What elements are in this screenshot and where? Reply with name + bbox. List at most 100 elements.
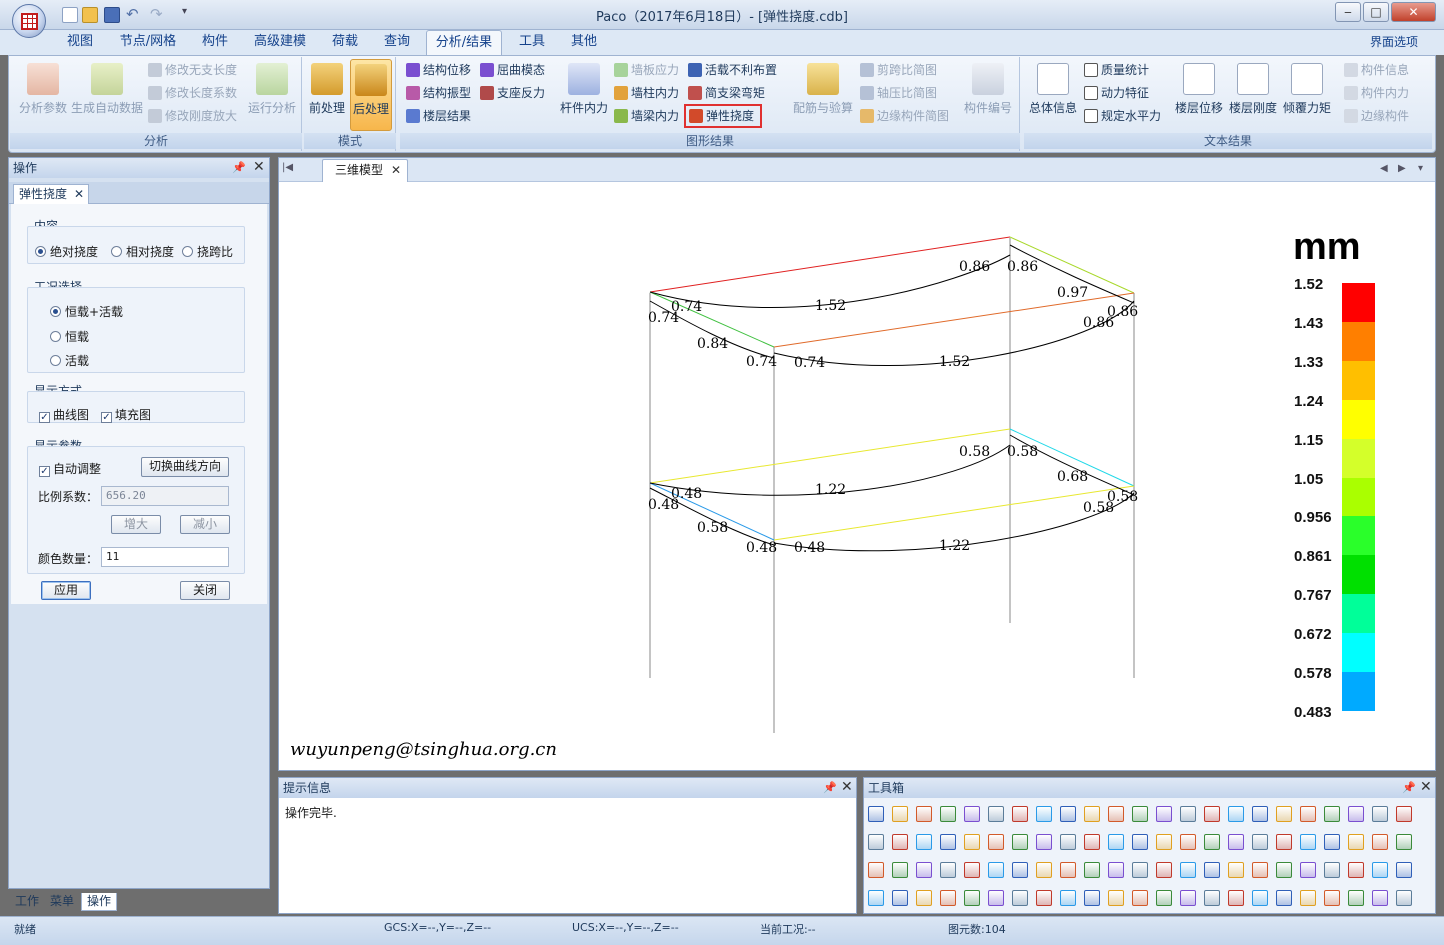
toolbox-tool-icon[interactable] bbox=[916, 834, 932, 850]
tab-analysis-result[interactable]: 分析/结果 bbox=[426, 30, 502, 55]
toolbox-tool-icon[interactable] bbox=[1204, 890, 1220, 906]
toolbox-tool-icon[interactable] bbox=[1372, 862, 1388, 878]
toolbox-tool-icon[interactable] bbox=[1228, 890, 1244, 906]
tab-next-icon[interactable]: ▶ bbox=[1398, 163, 1406, 174]
tab-member[interactable]: 构件 bbox=[194, 30, 236, 55]
toolbox-tool-icon[interactable] bbox=[1156, 806, 1172, 822]
toolbox-tool-icon[interactable] bbox=[988, 890, 1004, 906]
radio-absolute-deflection[interactable]: 绝对挠度 bbox=[35, 243, 98, 260]
toolbox-tool-icon[interactable] bbox=[1228, 834, 1244, 850]
wall-column-force-button[interactable]: 墙柱内力 bbox=[614, 83, 679, 103]
toolbox-tool-icon[interactable] bbox=[892, 834, 908, 850]
toolbox-tool-icon[interactable] bbox=[1180, 834, 1196, 850]
toolbox-tool-icon[interactable] bbox=[1132, 862, 1148, 878]
axial-ratio-button[interactable]: 轴压比简图 bbox=[860, 83, 937, 103]
toolbox-tool-icon[interactable] bbox=[1252, 806, 1268, 822]
toolbox-tool-icon[interactable] bbox=[964, 806, 980, 822]
toolbox-tool-icon[interactable] bbox=[1132, 834, 1148, 850]
edge-member-text-button[interactable]: 边缘构件 bbox=[1344, 106, 1409, 126]
toolbox-tool-icon[interactable] bbox=[892, 890, 908, 906]
increase-button[interactable]: 增大 bbox=[111, 515, 161, 534]
toolbox-tool-icon[interactable] bbox=[940, 806, 956, 822]
tab-3d-model[interactable]: 三维模型 ✕ bbox=[322, 159, 408, 182]
toolbox-tool-icon[interactable] bbox=[1156, 834, 1172, 850]
toolbox-tool-icon[interactable] bbox=[1348, 862, 1364, 878]
color-count-input[interactable]: 11 bbox=[101, 547, 229, 567]
live-load-unfavorable-button[interactable]: 活载不利布置 bbox=[688, 60, 777, 80]
level-displacement-button[interactable]: 楼层位移 bbox=[1172, 63, 1226, 116]
checkbox-auto-adjust[interactable]: ✓ 自动调整 bbox=[39, 460, 101, 477]
toolbox-tool-icon[interactable] bbox=[988, 806, 1004, 822]
tab-node-grid[interactable]: 节点/网格 bbox=[112, 30, 184, 55]
bottom-tab-operation[interactable]: 操作 bbox=[81, 893, 118, 911]
toolbox-tool-icon[interactable] bbox=[1084, 806, 1100, 822]
toolbox-tool-icon[interactable] bbox=[1180, 862, 1196, 878]
toolbox-tool-icon[interactable] bbox=[1108, 862, 1124, 878]
toolbox-tool-icon[interactable] bbox=[940, 890, 956, 906]
code-horizontal-force-button[interactable]: 规定水平力 bbox=[1084, 106, 1161, 126]
toolbox-tool-icon[interactable] bbox=[1348, 806, 1364, 822]
toolbox-tool-icon[interactable] bbox=[1252, 890, 1268, 906]
toolbox-tool-icon[interactable] bbox=[1300, 890, 1316, 906]
toolbox-tool-icon[interactable] bbox=[1396, 890, 1412, 906]
toolbox-tool-icon[interactable] bbox=[1252, 862, 1268, 878]
bottom-tab-work[interactable]: 工作 bbox=[10, 893, 44, 911]
simple-beam-moment-button[interactable]: 简支梁弯矩 bbox=[688, 83, 765, 103]
toolbox-tool-icon[interactable] bbox=[1084, 862, 1100, 878]
toolbox-tool-icon[interactable] bbox=[1204, 862, 1220, 878]
toolbox-tool-icon[interactable] bbox=[1324, 806, 1340, 822]
toolbox-tool-icon[interactable] bbox=[1396, 862, 1412, 878]
toolbox-tool-icon[interactable] bbox=[988, 834, 1004, 850]
close-panel-button[interactable]: 关闭 bbox=[180, 581, 230, 600]
tab-first-icon[interactable]: |◀ bbox=[282, 162, 293, 173]
toolbox-tool-icon[interactable] bbox=[1300, 834, 1316, 850]
tab-list-icon[interactable]: ▾ bbox=[1418, 163, 1423, 174]
checkbox-curve[interactable]: ✓ 曲线图 bbox=[39, 406, 89, 423]
toolbox-tool-icon[interactable] bbox=[1228, 862, 1244, 878]
apply-button[interactable]: 应用 bbox=[41, 581, 91, 600]
toolbox-tool-icon[interactable] bbox=[1060, 890, 1076, 906]
rebar-check-button[interactable]: 配筋与验算 bbox=[788, 63, 858, 116]
toolbox-tool-icon[interactable] bbox=[940, 862, 956, 878]
switch-curve-direction-button[interactable]: 切换曲线方向 bbox=[141, 457, 229, 477]
subtab-close-icon[interactable]: ✕ bbox=[74, 185, 84, 203]
subtab-elastic-deflection[interactable]: 弹性挠度 ✕ bbox=[13, 184, 89, 204]
pin-icon[interactable]: 📌 bbox=[823, 781, 837, 794]
close-button[interactable]: ✕ bbox=[1391, 2, 1436, 22]
toolbox-tool-icon[interactable] bbox=[1036, 806, 1052, 822]
tab-load[interactable]: 荷载 bbox=[324, 30, 366, 55]
tab-prev-icon[interactable]: ◀ bbox=[1380, 163, 1388, 174]
run-analysis-button[interactable]: 运行分析 bbox=[244, 63, 300, 116]
toolbox-tool-icon[interactable] bbox=[964, 890, 980, 906]
toolbox-tool-icon[interactable] bbox=[988, 862, 1004, 878]
toolbox-tool-icon[interactable] bbox=[1060, 834, 1076, 850]
tab-query[interactable]: 查询 bbox=[376, 30, 418, 55]
modify-unsupported-length-button[interactable]: 修改无支长度 bbox=[148, 60, 237, 80]
toolbox-tool-icon[interactable] bbox=[1084, 890, 1100, 906]
preprocess-button[interactable]: 前处理 bbox=[306, 63, 348, 116]
tab-tools[interactable]: 工具 bbox=[510, 30, 554, 55]
toolbox-tool-icon[interactable] bbox=[1324, 890, 1340, 906]
toolbox-tool-icon[interactable] bbox=[1228, 806, 1244, 822]
modify-length-coef-button[interactable]: 修改长度系数 bbox=[148, 83, 237, 103]
toolbox-tool-icon[interactable] bbox=[1012, 834, 1028, 850]
minimize-button[interactable]: ‒ bbox=[1335, 2, 1361, 22]
analysis-params-button[interactable]: 分析参数 bbox=[14, 63, 72, 116]
radio-dead-plus-live[interactable]: 恒载+活载 bbox=[50, 303, 123, 320]
toolbox-tool-icon[interactable] bbox=[1012, 890, 1028, 906]
member-force-button[interactable]: 杆件内力 bbox=[556, 63, 612, 116]
modify-stiffness-button[interactable]: 修改刚度放大 bbox=[148, 106, 237, 126]
bottom-tab-menu[interactable]: 菜单 bbox=[45, 893, 79, 911]
toolbox-tool-icon[interactable] bbox=[892, 862, 908, 878]
toolbox-tool-icon[interactable] bbox=[1156, 890, 1172, 906]
toolbox-tool-icon[interactable] bbox=[1108, 890, 1124, 906]
toolbox-tool-icon[interactable] bbox=[1036, 834, 1052, 850]
toolbox-tool-icon[interactable] bbox=[1276, 862, 1292, 878]
toolbox-tool-icon[interactable] bbox=[868, 862, 884, 878]
toolbox-tool-icon[interactable] bbox=[1348, 890, 1364, 906]
edge-member-diagram-button[interactable]: 边缘构件简图 bbox=[860, 106, 949, 126]
toolbox-tool-icon[interactable] bbox=[1372, 890, 1388, 906]
toolbox-tool-icon[interactable] bbox=[1036, 862, 1052, 878]
tab-close-icon[interactable]: ✕ bbox=[391, 160, 401, 181]
toolbox-tool-icon[interactable] bbox=[1012, 862, 1028, 878]
